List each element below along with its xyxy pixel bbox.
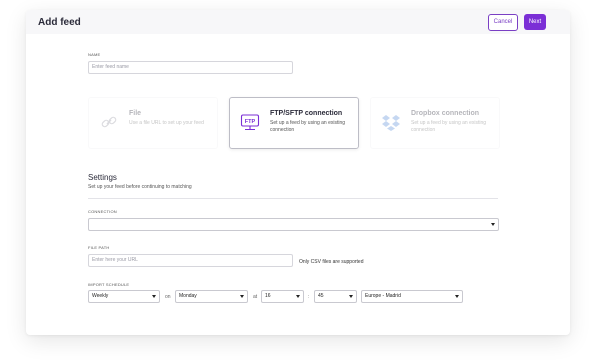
- link-icon: [101, 116, 117, 128]
- at-label: at: [253, 294, 258, 300]
- day-select[interactable]: Monday: [175, 290, 248, 303]
- on-label: on: [165, 294, 171, 300]
- name-label: NAME: [88, 52, 101, 57]
- settings-title: Settings: [88, 173, 117, 182]
- source-card-dropbox[interactable]: Dropbox connection Set up a feed by usin…: [370, 97, 500, 149]
- hour-value: 16: [265, 293, 271, 299]
- chevron-down-icon: [349, 295, 353, 298]
- source-card-title: FTP/SFTP connection: [270, 110, 343, 117]
- minute-select[interactable]: 45: [314, 290, 357, 303]
- chevron-down-icon: [296, 295, 300, 298]
- dialog-header: Add feed Cancel Next: [26, 10, 570, 34]
- timezone-value: Europe - Madrid: [365, 293, 401, 299]
- chevron-down-icon: [491, 223, 495, 226]
- timezone-select[interactable]: Europe - Madrid: [361, 290, 463, 303]
- feed-name-input[interactable]: Enter feed name: [88, 61, 293, 74]
- dropbox-icon: [382, 115, 400, 131]
- file-path-label: FILE PATH: [88, 245, 110, 250]
- source-card-ftp[interactable]: FTP FTP/SFTP connection Set up a feed by…: [229, 97, 359, 149]
- frequency-value: Weekly: [92, 293, 109, 299]
- frequency-select[interactable]: Weekly: [88, 290, 160, 303]
- connection-select[interactable]: [88, 218, 499, 231]
- minute-value: 45: [318, 293, 324, 299]
- ftp-icon-text: FTP: [245, 119, 256, 125]
- next-button[interactable]: Next: [524, 14, 546, 30]
- hour-select[interactable]: 16: [261, 290, 304, 303]
- source-card-title: File: [129, 110, 142, 117]
- cancel-button[interactable]: Cancel: [488, 14, 518, 31]
- page-title: Add feed: [38, 17, 81, 28]
- chevron-down-icon: [152, 295, 156, 298]
- feed-name-placeholder: Enter feed name: [92, 64, 129, 70]
- source-card-description: Use a file URL to set up your feed: [129, 120, 204, 126]
- source-card-file[interactable]: File Use a file URL to set up your feed: [88, 97, 218, 149]
- file-path-input[interactable]: Enter here your URL: [88, 254, 293, 267]
- source-card-description: Set up a feed by using an existing conne…: [270, 120, 346, 133]
- settings-subtitle: Set up your feed before continuing to ma…: [88, 184, 192, 190]
- add-feed-dialog: Add feed Cancel Next NAME Enter feed nam…: [26, 10, 570, 335]
- chevron-down-icon: [240, 295, 244, 298]
- connection-label: CONNECTION: [88, 209, 117, 214]
- file-path-placeholder: Enter here your URL: [92, 257, 138, 263]
- settings-divider: [88, 198, 498, 199]
- import-schedule-label: IMPORT SCHEDULE: [88, 282, 130, 287]
- file-path-note: Only CSV files are supported: [299, 259, 364, 265]
- day-value: Monday: [179, 293, 197, 299]
- ftp-icon: FTP: [240, 114, 260, 131]
- source-card-title: Dropbox connection: [411, 110, 480, 117]
- chevron-down-icon: [455, 295, 459, 298]
- source-card-description: Set up a feed by using an existing conne…: [411, 120, 487, 133]
- time-separator: :: [308, 294, 310, 300]
